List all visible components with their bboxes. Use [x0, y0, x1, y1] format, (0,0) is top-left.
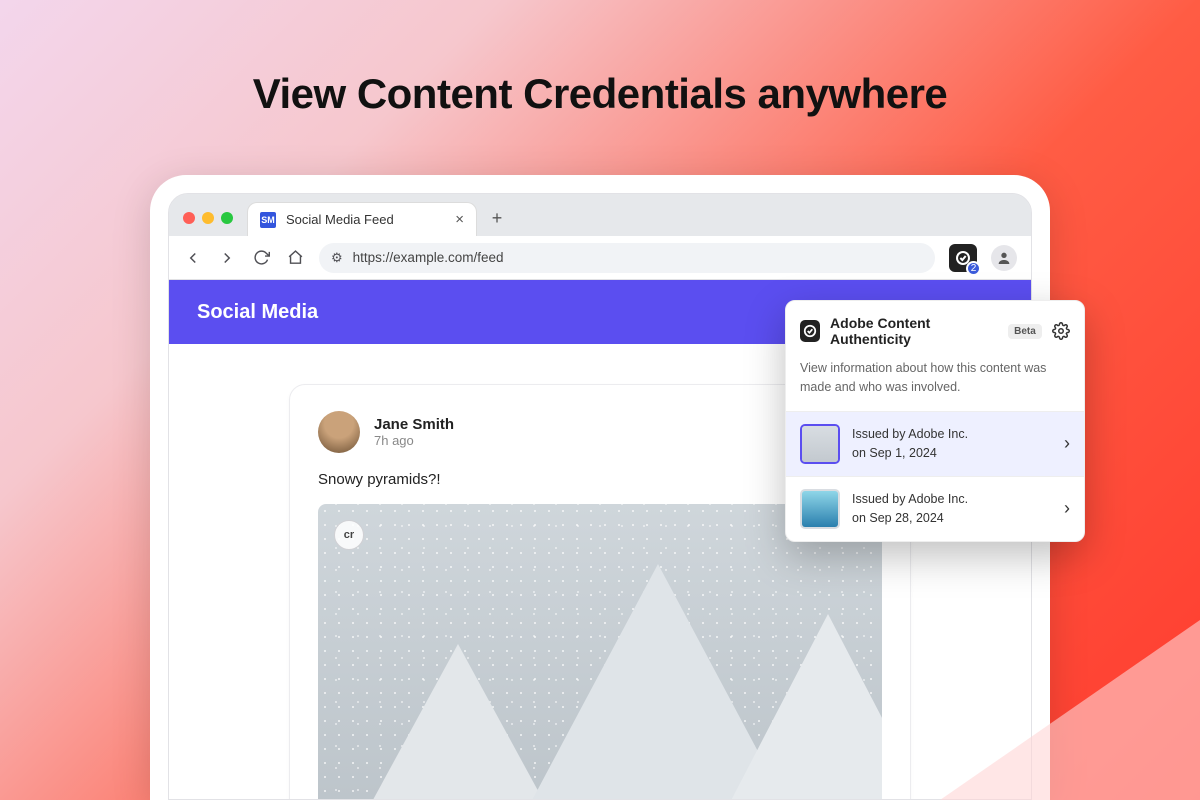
minimize-window-icon[interactable]	[202, 212, 214, 224]
profile-button[interactable]	[991, 245, 1017, 271]
close-window-icon[interactable]	[183, 212, 195, 224]
popup-header: Adobe Content Authenticity Beta	[786, 301, 1084, 359]
popup-settings-icon[interactable]	[1052, 321, 1070, 341]
new-tab-button[interactable]: +	[485, 206, 509, 230]
browser-toolbar: ⚙ https://example.com/feed 2	[169, 236, 1031, 280]
site-settings-icon[interactable]: ⚙	[331, 248, 343, 268]
credential-thumbnail	[800, 424, 840, 464]
forward-icon[interactable]	[217, 248, 237, 268]
back-icon[interactable]	[183, 248, 203, 268]
chevron-right-icon: ›	[1064, 433, 1070, 454]
credential-date: on Sep 1, 2024	[852, 444, 968, 463]
hero-title: View Content Credentials anywhere	[0, 70, 1200, 118]
credential-issuer: Issued by Adobe Inc.	[852, 490, 968, 509]
tab-favicon: SM	[260, 212, 276, 228]
maximize-window-icon[interactable]	[221, 212, 233, 224]
home-icon[interactable]	[285, 248, 305, 268]
close-tab-icon[interactable]: ×	[455, 211, 464, 228]
tab-strip: SM Social Media Feed × +	[169, 194, 1031, 236]
credential-text: Issued by Adobe Inc. on Sep 1, 2024	[852, 425, 968, 463]
reload-icon[interactable]	[251, 248, 271, 268]
popup-logo-icon	[800, 320, 820, 342]
popup-title: Adobe Content Authenticity	[830, 315, 998, 347]
extension-button[interactable]: 2	[949, 244, 977, 272]
content-credentials-badge-icon[interactable]: cr	[334, 520, 364, 550]
pyramid-shape	[698, 614, 882, 799]
chevron-right-icon: ›	[1064, 498, 1070, 519]
post-image[interactable]: cr	[318, 504, 882, 799]
window-controls	[183, 212, 233, 224]
credential-thumbnail	[800, 489, 840, 529]
extension-popup: Adobe Content Authenticity Beta View inf…	[785, 300, 1085, 542]
url-text: https://example.com/feed	[353, 250, 504, 265]
post-time: 7h ago	[374, 433, 454, 448]
credential-issuer: Issued by Adobe Inc.	[852, 425, 968, 444]
popup-description: View information about how this content …	[786, 359, 1084, 411]
site-brand: Social Media	[197, 301, 318, 324]
credential-item[interactable]: Issued by Adobe Inc. on Sep 28, 2024 ›	[786, 476, 1084, 541]
beta-badge: Beta	[1008, 324, 1042, 339]
address-bar[interactable]: ⚙ https://example.com/feed	[319, 243, 935, 273]
credential-item[interactable]: Issued by Adobe Inc. on Sep 1, 2024 ›	[786, 411, 1084, 476]
author-name[interactable]: Jane Smith	[374, 416, 454, 433]
tab-title: Social Media Feed	[286, 212, 394, 227]
author-avatar[interactable]	[318, 411, 360, 453]
browser-tab[interactable]: SM Social Media Feed ×	[247, 202, 477, 236]
credential-date: on Sep 28, 2024	[852, 509, 968, 528]
credential-text: Issued by Adobe Inc. on Sep 28, 2024	[852, 490, 968, 528]
extension-badge: 2	[966, 261, 981, 276]
